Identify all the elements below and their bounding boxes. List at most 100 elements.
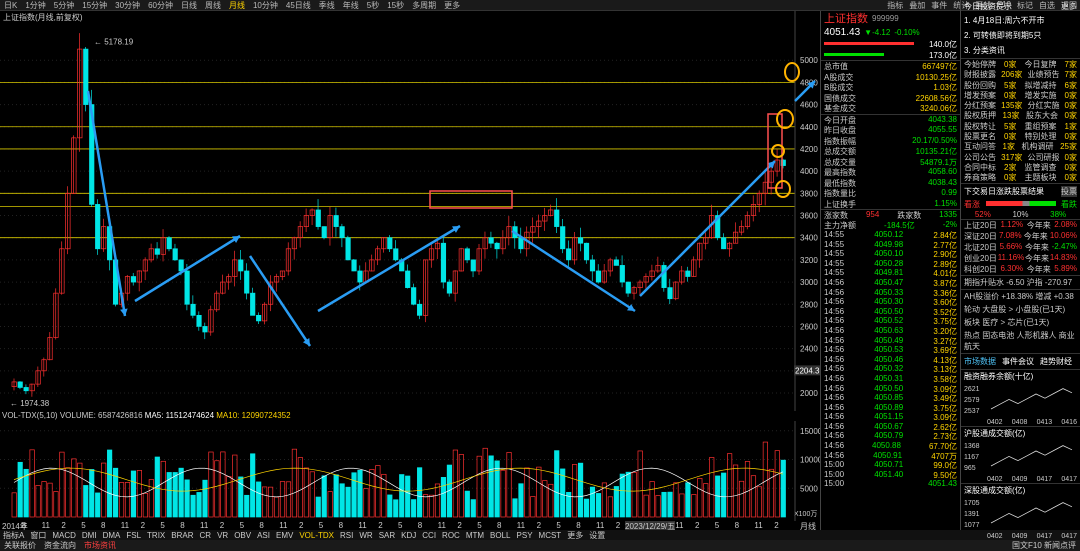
tick-row: 14:55 4050.12 2.84亿 xyxy=(821,230,960,240)
spread-row: AH股溢价 +18.38% 增减 +0.38 xyxy=(961,288,1080,303)
tick-row: 14:55 4050.10 2.90亿 xyxy=(821,249,960,259)
quote-label: 国债成交 xyxy=(824,93,856,103)
indicator-tab[interactable]: VOL-TDX xyxy=(296,531,337,540)
index-label: 科创20日 xyxy=(964,264,997,274)
stat-label: 今始停牌 xyxy=(964,60,996,69)
period-tab[interactable]: 5分钟 xyxy=(50,0,78,10)
volume-bar xyxy=(554,450,560,518)
status-tab[interactable]: 关联报价 xyxy=(0,540,40,551)
indicator-tab[interactable]: FSL xyxy=(123,531,144,540)
vote-button[interactable]: 投票 xyxy=(1061,185,1077,197)
bear-pct: 38% xyxy=(1050,209,1067,219)
volume-bar xyxy=(178,467,184,518)
status-tab[interactable]: 资金流向 xyxy=(40,540,80,551)
mini-x-axis: 0402 0409 0417 0417 xyxy=(961,533,1080,540)
indicator-tab[interactable]: ASI xyxy=(254,531,273,540)
indicator-tab[interactable]: PSY xyxy=(514,531,536,540)
volume-bar xyxy=(345,486,351,518)
indicator-tab[interactable]: BOLL xyxy=(487,531,513,540)
period-tab[interactable]: 季线 xyxy=(315,0,339,10)
indicator-tab[interactable]: BRAR xyxy=(168,531,196,540)
period-tab[interactable]: 日线 xyxy=(177,0,201,10)
stats-row: 股权转让 5家 重组预案 1家 xyxy=(961,121,1080,131)
toolbar-button[interactable]: 事件 xyxy=(928,0,950,10)
spread-row: 期指升贴水 -6.50 沪指 -270.97 xyxy=(961,274,1080,289)
period-tab[interactable]: 60分钟 xyxy=(144,0,177,10)
indicator-tab[interactable]: EMV xyxy=(273,531,296,540)
indicator-tab[interactable]: ROC xyxy=(439,531,463,540)
indicator-tab[interactable]: KDJ xyxy=(398,531,419,540)
stat-label: 股东大会 xyxy=(1026,111,1058,121)
candle-body xyxy=(411,287,417,305)
indicator-tab[interactable]: DMI xyxy=(79,531,100,540)
volume-bar xyxy=(142,492,148,518)
period-tab[interactable]: 45日线 xyxy=(282,0,315,10)
period-tab[interactable]: 周线 xyxy=(201,0,225,10)
tick-volume: 2.84亿 xyxy=(933,231,957,240)
indicator-tab[interactable]: 指标A xyxy=(0,530,27,540)
indicator-tab[interactable]: TRIX xyxy=(144,531,168,540)
data-link[interactable]: 事件会议 xyxy=(1002,356,1034,367)
candle-body xyxy=(595,270,602,283)
candle-body xyxy=(130,276,137,283)
data-link[interactable]: 市场数据 xyxy=(964,356,996,367)
indicator-tab[interactable]: DMA xyxy=(100,531,124,540)
indicator-tab[interactable]: MCST xyxy=(536,531,565,540)
indicator-tab[interactable]: RSI xyxy=(337,531,356,540)
volume-bar xyxy=(428,494,435,518)
quote-row: 总成交额 10135.21亿 xyxy=(821,146,960,157)
stat-value: 135家 xyxy=(1001,101,1023,111)
indicator-tab[interactable]: SAR xyxy=(376,531,398,540)
status-tab[interactable]: 市场资讯 xyxy=(80,540,120,551)
stat-value: 0家 xyxy=(1064,152,1077,162)
news-item[interactable]: 1. 4月18日:周六不开市 xyxy=(961,13,1080,28)
tick-volume: 67.70亿 xyxy=(928,442,957,452)
quote-price-row: 4051.43 ▼-4.12 -0.10% xyxy=(821,25,960,39)
indicator-tab[interactable]: CR xyxy=(197,531,215,540)
quote-value: 1.03亿 xyxy=(933,83,957,92)
indicator-tab[interactable]: 更多 xyxy=(564,530,586,540)
news-item[interactable]: 2. 可转债即将到期5只 xyxy=(961,28,1080,43)
quote-label: A股成交 xyxy=(824,72,854,82)
price-chart[interactable]: 5000480046004400420040003800360034003200… xyxy=(0,11,820,411)
mini-x-tick: 0417 xyxy=(1061,532,1077,540)
volume-bar xyxy=(363,488,369,518)
period-tab[interactable]: 日K xyxy=(0,0,21,10)
indicator-tab[interactable]: 窗口 xyxy=(27,530,49,540)
indicator-tab[interactable]: CCI xyxy=(419,531,439,540)
stats-row: 股票更名 0家 特别处理 0家 xyxy=(961,131,1080,141)
stat-label: 分红预案 xyxy=(964,101,996,111)
toolbar-button[interactable]: 叠加 xyxy=(906,0,928,10)
period-tab[interactable]: 5秒 xyxy=(363,0,383,10)
volume-bar xyxy=(744,461,751,518)
volume-bar xyxy=(631,472,637,518)
period-tab[interactable]: 15秒 xyxy=(383,0,408,10)
indicator-tab[interactable]: MTM xyxy=(463,531,487,540)
indicator-tab[interactable]: OBV xyxy=(231,531,254,540)
indicator-tab[interactable]: 设置 xyxy=(586,530,608,540)
period-tab[interactable]: 月线 xyxy=(225,0,249,10)
breadth-header: 下交易日涨跌股票结果 投票 xyxy=(961,182,1080,199)
indicator-tab[interactable]: MACD xyxy=(49,531,79,540)
tick-row: 14:56 4051.15 3.09亿 xyxy=(821,412,960,422)
period-tab[interactable]: 年线 xyxy=(339,0,363,10)
period-tab[interactable]: 30分钟 xyxy=(111,0,144,10)
mini-y-tick: 2621 xyxy=(964,386,980,393)
tick-row: 14:56 4050.33 3.36亿 xyxy=(821,288,960,298)
period-tab[interactable]: 更多 xyxy=(440,0,464,10)
volume-chart[interactable]: 15000 10000 5000 X100万 xyxy=(0,421,820,521)
tick-time: 14:56 xyxy=(824,450,845,460)
period-tab[interactable]: 多周期 xyxy=(408,0,440,10)
news-more-link[interactable]: 更多 xyxy=(1061,1,1077,12)
toolbar-button[interactable]: 指标 xyxy=(884,0,906,10)
down-label: 跌家数 xyxy=(897,211,922,220)
period-tab[interactable]: 15分钟 xyxy=(78,0,111,10)
period-tab[interactable]: 1分钟 xyxy=(21,0,49,10)
news-item[interactable]: 3. 分类资讯 xyxy=(961,43,1080,58)
index-ytd-label: 今年来 xyxy=(1023,231,1048,241)
period-tab[interactable]: 10分钟 xyxy=(249,0,282,10)
data-link[interactable]: 趋势财经 xyxy=(1040,356,1072,367)
indicator-tab[interactable]: VR xyxy=(214,531,231,540)
indicator-tab[interactable]: WR xyxy=(356,531,375,540)
volume-bar xyxy=(661,491,667,518)
